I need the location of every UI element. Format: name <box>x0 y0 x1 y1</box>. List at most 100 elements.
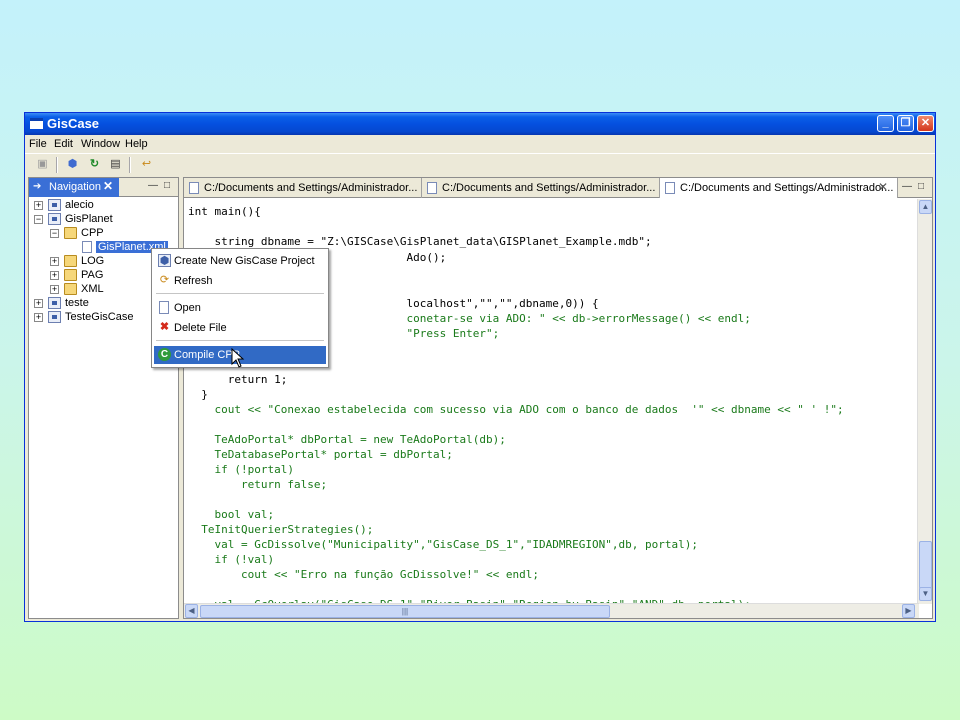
menu-bar: File Edit Window Help <box>25 135 935 153</box>
code-token: } <box>188 388 208 401</box>
navigation-panel: ➔ Navigation ✕ — □ + alecio − GisPlanet … <box>28 177 179 619</box>
close-icon[interactable]: ✕ <box>103 179 113 193</box>
menu-separator <box>156 340 324 341</box>
tree-item-alecio[interactable]: + alecio <box>29 199 179 213</box>
collapse-icon[interactable]: − <box>34 215 43 224</box>
delete-icon: ✖ <box>159 321 170 333</box>
code-token: TeAdoPortal* dbPortal = new TeAdoPortal(… <box>188 433 506 446</box>
code-editor: C:/Documents and Settings/Administrador.… <box>183 177 933 619</box>
file-icon <box>82 241 92 253</box>
tree-label: LOG <box>81 255 105 267</box>
editor-tab[interactable]: C:/Documents and Settings/Administrador.… <box>184 178 422 198</box>
maximize-view-icon[interactable]: □ <box>918 181 924 192</box>
folder-icon <box>64 283 77 295</box>
folder-open-icon <box>64 227 77 239</box>
code-line: if (!val) <box>188 553 274 566</box>
menu-window[interactable]: Window <box>81 138 120 150</box>
editor-tab-active[interactable]: C:/Documents and Settings/Administrador.… <box>660 178 898 198</box>
menu-item-label: Open <box>174 302 201 314</box>
expand-icon[interactable]: + <box>50 257 59 266</box>
expand-icon[interactable]: + <box>34 201 43 210</box>
document-icon[interactable]: ▤ <box>108 157 123 172</box>
code-token: if (!val) <box>188 553 275 566</box>
scroll-down-icon[interactable]: ▼ <box>919 587 932 601</box>
maximize-button[interactable]: ❐ <box>897 115 914 132</box>
title-bar[interactable]: GisCase _ ❐ ✕ <box>25 113 935 135</box>
code-line: cout << "Erro na função GcDissolve!" << … <box>188 568 539 581</box>
maximize-view-icon[interactable]: □ <box>164 180 170 191</box>
tab-navigation-label: Navigation <box>49 181 101 193</box>
tree-label: CPP <box>81 227 104 239</box>
code-token: string dbname = "Z:\GISCase\GisPlanet_da… <box>188 235 652 248</box>
folder-icon <box>64 269 77 281</box>
navigation-tabbar: ➔ Navigation ✕ — □ <box>29 178 178 197</box>
toolbar-separator <box>129 157 131 173</box>
scroll-thumb[interactable] <box>919 541 932 589</box>
menu-separator <box>156 293 324 294</box>
save-icon[interactable]: ▣ <box>35 157 50 172</box>
scroll-right-icon[interactable]: ▶ <box>902 604 915 618</box>
code-token: return false; <box>188 478 328 491</box>
menu-item-label: Create New GisCase Project <box>174 255 315 267</box>
new-project-icon[interactable]: ⬢ <box>65 157 80 172</box>
code-line: int main(){ <box>188 205 261 218</box>
window-title: GisCase <box>47 116 100 131</box>
menu-item-create-project[interactable]: ⬢ Create New GisCase Project <box>154 252 326 270</box>
close-icon[interactable]: ✕ <box>878 180 888 194</box>
code-line: bool val; <box>188 508 274 521</box>
code-line: val = GcDissolve("Municipality","GisCase… <box>188 538 698 551</box>
code-token: cout << "Conexao estabelecida com sucess… <box>188 403 844 416</box>
tree-label: XML <box>81 283 104 295</box>
minimize-button[interactable]: _ <box>877 115 894 132</box>
code-line: cout << "Conexao estabelecida com sucess… <box>188 403 844 416</box>
editor-tab[interactable]: C:/Documents and Settings/Administrador.… <box>422 178 660 198</box>
expand-icon[interactable]: + <box>34 313 43 322</box>
toolbar-separator <box>56 157 58 173</box>
expand-icon[interactable]: + <box>50 285 59 294</box>
folder-icon <box>64 255 77 267</box>
scroll-up-icon[interactable]: ▲ <box>919 200 932 214</box>
minimize-view-icon[interactable]: — <box>902 181 912 192</box>
menu-item-refresh[interactable]: ⟳ Refresh <box>154 272 326 290</box>
code-token: bool val; <box>188 508 275 521</box>
menu-item-delete-file[interactable]: ✖ Delete File <box>154 319 326 337</box>
code-token: TeInitQuerierStrategies(); <box>188 523 374 536</box>
code-token: if (!portal) <box>188 463 294 476</box>
horizontal-scrollbar[interactable]: ◀ ||| ▶ <box>184 603 919 618</box>
collapse-icon[interactable]: − <box>50 229 59 238</box>
tree-label: PAG <box>81 269 104 281</box>
menu-item-open[interactable]: Open <box>154 299 326 317</box>
project-icon <box>48 311 61 323</box>
code-token: val = GcDissolve("Municipality","GisCase… <box>188 538 698 551</box>
editor-tab-label: C:/Documents and Settings/Administrador.… <box>204 182 418 194</box>
scroll-left-icon[interactable]: ◀ <box>185 604 198 618</box>
code-token: cout << "Erro na função GcDissolve!" << … <box>188 568 539 581</box>
minimize-view-icon[interactable]: — <box>148 180 158 191</box>
back-arrow-icon[interactable]: ↩ <box>139 157 154 172</box>
menu-help[interactable]: Help <box>125 138 148 150</box>
expand-icon[interactable]: + <box>34 299 43 308</box>
code-token: TeDatabasePortal* portal = dbPortal; <box>188 448 453 461</box>
tree-label: GisPlanet <box>65 213 113 225</box>
tree-label: TesteGisCase <box>65 311 134 323</box>
tab-navigation[interactable]: ➔ Navigation ✕ <box>29 178 119 197</box>
project-icon <box>48 199 61 211</box>
toolbar: ▣ ⬢ ↻ ▤ ↩ <box>25 153 935 175</box>
compile-icon[interactable]: ↻ <box>87 157 102 172</box>
code-line: return 1; <box>188 373 288 386</box>
code-line: if (!portal) <box>188 463 294 476</box>
tree-item-cpp[interactable]: − CPP <box>29 227 179 241</box>
scroll-thumb-horizontal[interactable]: ||| <box>200 605 610 618</box>
expand-icon[interactable]: + <box>50 271 59 280</box>
menu-edit[interactable]: Edit <box>54 138 73 150</box>
compile-icon: C <box>158 348 171 361</box>
tree-label: teste <box>65 297 89 309</box>
project-icon <box>48 213 61 225</box>
menu-item-label: Refresh <box>174 275 213 287</box>
vertical-scrollbar[interactable]: ▲ ▼ <box>917 199 932 604</box>
project-icon: ⬢ <box>158 254 171 267</box>
tree-item-gisplanet[interactable]: − GisPlanet <box>29 213 179 227</box>
editor-tab-label: C:/Documents and Settings/Administrador.… <box>680 182 894 194</box>
menu-file[interactable]: File <box>29 138 47 150</box>
close-button[interactable]: ✕ <box>917 115 934 132</box>
